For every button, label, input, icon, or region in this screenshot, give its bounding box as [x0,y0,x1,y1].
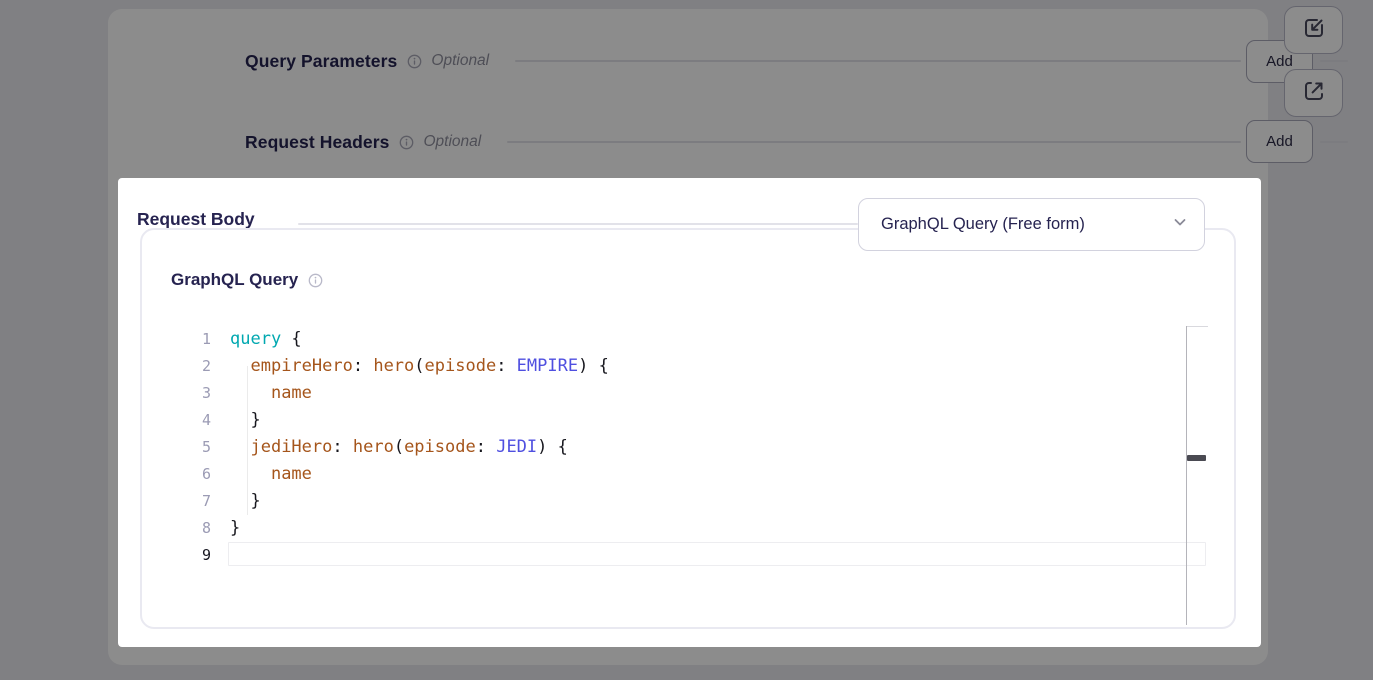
line-number: 3 [171,380,211,407]
open-inline-editor-button[interactable] [1284,6,1343,54]
line-number: 1 [171,326,211,353]
optional-label: Optional [423,133,481,151]
code-line[interactable]: jediHero: hero(episode: JEDI) { [230,434,609,461]
code-line[interactable]: name [230,380,609,407]
info-icon[interactable] [407,54,422,69]
code-line[interactable]: empireHero: hero(episode: EMPIRE) { [230,353,609,380]
code-line[interactable]: query { [230,326,609,353]
code-line[interactable] [230,542,609,569]
code-line[interactable]: name [230,461,609,488]
body-type-select[interactable]: GraphQL Query (Free form) [858,198,1205,251]
editor-gutter: 123456789 [171,326,211,569]
line-number: 2 [171,353,211,380]
line-number: 7 [171,488,211,515]
external-link-icon [1302,79,1326,108]
divider [507,141,1241,143]
request-headers-title: Request Headers [245,132,389,153]
code-line[interactable]: } [230,407,609,434]
open-external-button[interactable] [1284,69,1343,117]
line-number: 9 [171,542,211,569]
divider [1320,60,1348,62]
editor-scrollbar-thumb[interactable] [1187,455,1206,461]
optional-label: Optional [431,52,489,70]
body-type-selected-value: GraphQL Query (Free form) [881,215,1172,234]
divider [515,60,1241,62]
add-request-header-button[interactable]: Add [1246,120,1313,163]
arrow-into-square-icon [1302,16,1326,45]
request-headers-row: Request Headers Optional [245,125,1241,159]
editor-scrollbar-track [1186,326,1187,625]
divider [298,223,858,225]
line-number: 5 [171,434,211,461]
query-parameters-row: Query Parameters Optional [245,44,1241,78]
divider [1186,326,1208,327]
request-body-title: Request Body [137,209,255,230]
info-icon[interactable] [308,273,323,288]
info-icon[interactable] [399,135,414,150]
editor-code[interactable]: query { empireHero: hero(episode: EMPIRE… [230,326,609,569]
line-number: 4 [171,407,211,434]
code-line[interactable]: } [230,515,609,542]
query-parameters-title: Query Parameters [245,51,397,72]
divider [1320,141,1348,143]
page: Query Parameters Optional Add Request He… [0,0,1373,680]
graphql-query-label: GraphQL Query [171,270,323,290]
line-number: 8 [171,515,211,542]
graphql-query-editor[interactable]: 123456789 query { empireHero: hero(episo… [118,326,1261,581]
code-line[interactable]: } [230,488,609,515]
line-number: 6 [171,461,211,488]
request-body-section: Request Body GraphQL Query (Free form) G… [118,178,1261,647]
chevron-down-icon [1172,214,1188,235]
